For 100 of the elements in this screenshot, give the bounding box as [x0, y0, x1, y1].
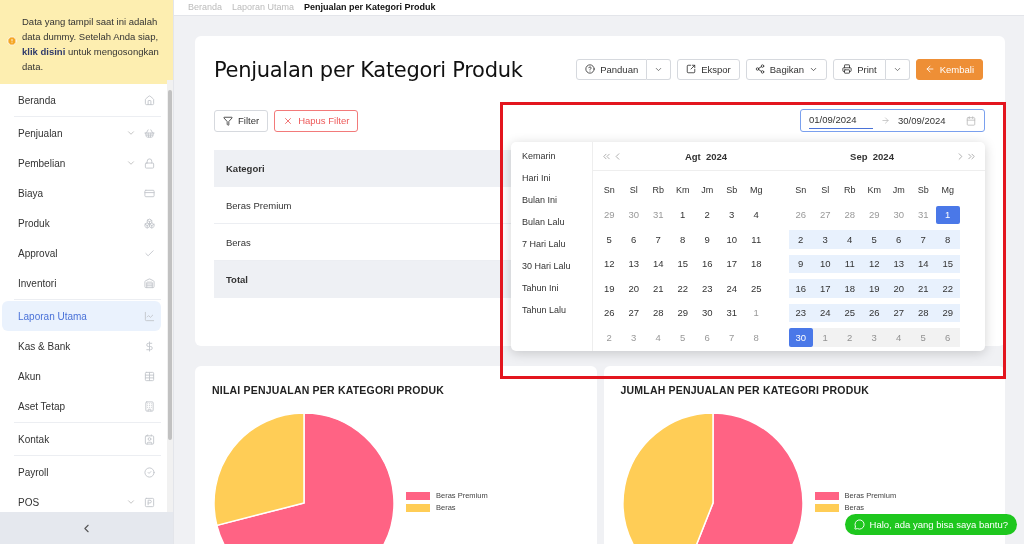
- calendar-day[interactable]: 25: [744, 279, 769, 298]
- calendar-day[interactable]: 25: [837, 303, 862, 322]
- calendar-day[interactable]: 2: [695, 205, 720, 224]
- sidebar-item[interactable]: Aset Tetap: [2, 391, 161, 421]
- calendar-day[interactable]: 14: [646, 254, 671, 273]
- preset-option[interactable]: Kemarin: [522, 145, 592, 167]
- sidebar-item[interactable]: Beranda: [2, 85, 161, 115]
- calendar-day[interactable]: 24: [813, 303, 838, 322]
- calendar-day[interactable]: 17: [813, 279, 838, 298]
- toolbar-icon: [585, 64, 596, 74]
- calendar-day[interactable]: 8: [935, 230, 960, 249]
- page-title: Penjualan per Kategori Produk: [214, 58, 523, 82]
- calendar-day[interactable]: 5: [862, 230, 887, 249]
- calendar-day[interactable]: 13: [621, 254, 646, 273]
- preset-option[interactable]: 7 Hari Lalu: [522, 233, 592, 255]
- calendar-day[interactable]: 19: [597, 279, 622, 298]
- calendar-day[interactable]: 16: [695, 254, 720, 273]
- sidebar-item[interactable]: Approval: [2, 238, 161, 268]
- calendar-day[interactable]: 14: [911, 254, 936, 273]
- calendar-day[interactable]: 18: [837, 279, 862, 298]
- sidebar-item[interactable]: Pembelian: [2, 148, 161, 178]
- calendar-day[interactable]: 29: [670, 303, 695, 322]
- preset-option[interactable]: Bulan Lalu: [522, 211, 592, 233]
- toolbar-button[interactable]: Print: [833, 58, 886, 80]
- calendar-day[interactable]: 10: [719, 230, 744, 249]
- toolbar-icon: [754, 64, 765, 74]
- date-range-field[interactable]: 01/09/2024 30/09/2024: [800, 109, 985, 132]
- calendar-day[interactable]: 1: [935, 205, 960, 224]
- calendar-day[interactable]: 17: [719, 254, 744, 273]
- calendar-day[interactable]: 1: [670, 205, 695, 224]
- calendar-day[interactable]: 27: [621, 303, 646, 322]
- toolbar-button[interactable]: Ekspor: [677, 58, 740, 80]
- calendar-day[interactable]: 30: [788, 328, 813, 347]
- preset-option[interactable]: Bulan Ini: [522, 189, 592, 211]
- sidebar-item[interactable]: Laporan Utama: [2, 301, 161, 331]
- calendar-day[interactable]: 9: [788, 254, 813, 273]
- calendar-day[interactable]: 15: [670, 254, 695, 273]
- calendar-day[interactable]: 3: [813, 230, 838, 249]
- sidebar-item[interactable]: Penjualan: [2, 118, 161, 148]
- calendar-day[interactable]: 6: [621, 230, 646, 249]
- calendar-day[interactable]: 30: [695, 303, 720, 322]
- preset-option[interactable]: Tahun Lalu: [522, 299, 592, 321]
- calendar-day[interactable]: 27: [886, 303, 911, 322]
- calendar-day[interactable]: 11: [744, 230, 769, 249]
- sidebar-item[interactable]: Biaya: [2, 178, 161, 208]
- calendar-day[interactable]: 5: [597, 230, 622, 249]
- dropdown-button[interactable]: [647, 58, 672, 80]
- toolbar-button[interactable]: Panduan: [576, 58, 648, 80]
- calendar-day[interactable]: 18: [744, 254, 769, 273]
- calendar-day[interactable]: 28: [911, 303, 936, 322]
- calendar-day[interactable]: 7: [646, 230, 671, 249]
- sidebar-item[interactable]: POS: [2, 487, 161, 512]
- sidebar-item[interactable]: Inventori: [2, 268, 161, 298]
- sidebar-item[interactable]: Payroll: [2, 457, 161, 487]
- calendar-day[interactable]: 3: [719, 205, 744, 224]
- calendar-day[interactable]: 11: [837, 254, 862, 273]
- calendar-day[interactable]: 13: [886, 254, 911, 273]
- breadcrumb-link[interactable]: Penjualan per Kategori Produk: [304, 2, 436, 12]
- calendar-day[interactable]: 24: [719, 279, 744, 298]
- toolbar-button[interactable]: Bagikan: [745, 58, 828, 80]
- calendar-day[interactable]: 8: [670, 230, 695, 249]
- calendar-day[interactable]: 7: [911, 230, 936, 249]
- filter-button[interactable]: Hapus Filter: [274, 109, 359, 132]
- calendar-day[interactable]: 26: [862, 303, 887, 322]
- calendar-day[interactable]: 2: [788, 230, 813, 249]
- preset-option[interactable]: 30 Hari Lalu: [522, 255, 592, 277]
- calendar-day[interactable]: 29: [935, 303, 960, 322]
- sidebar-item[interactable]: Produk: [2, 208, 161, 238]
- sidebar-item[interactable]: Akun: [2, 361, 161, 391]
- toolbar-icon: [842, 64, 853, 74]
- calendar-day[interactable]: 23: [695, 279, 720, 298]
- calendar-day[interactable]: 21: [646, 279, 671, 298]
- calendar-day[interactable]: 9: [695, 230, 720, 249]
- calendar-day[interactable]: 12: [597, 254, 622, 273]
- sidebar-item[interactable]: Kas & Bank: [2, 331, 161, 361]
- calendar-day[interactable]: 23: [788, 303, 813, 322]
- calendar-day[interactable]: 4: [837, 230, 862, 249]
- calendar-day[interactable]: 22: [670, 279, 695, 298]
- calendar-day[interactable]: 12: [862, 254, 887, 273]
- collapse-button[interactable]: [0, 512, 173, 544]
- filter-button[interactable]: Filter: [214, 109, 269, 132]
- calendar-day[interactable]: 6: [886, 230, 911, 249]
- calendar-day[interactable]: 28: [646, 303, 671, 322]
- calendar-day[interactable]: 22: [935, 279, 960, 298]
- calendar-day[interactable]: 26: [597, 303, 622, 322]
- calendar-day[interactable]: 31: [719, 303, 744, 322]
- menu-icon: [144, 370, 155, 382]
- calendar-day[interactable]: 15: [935, 254, 960, 273]
- sidebar-item[interactable]: Kontak: [2, 424, 161, 454]
- calendar-day[interactable]: 16: [788, 279, 813, 298]
- calendar-day[interactable]: 4: [744, 205, 769, 224]
- dropdown-button[interactable]: [885, 58, 910, 80]
- calendar-day[interactable]: 19: [862, 279, 887, 298]
- calendar-day[interactable]: 20: [886, 279, 911, 298]
- calendar-day[interactable]: 10: [813, 254, 838, 273]
- calendar-day[interactable]: 20: [621, 279, 646, 298]
- calendar-day[interactable]: 21: [911, 279, 936, 298]
- preset-option[interactable]: Hari Ini: [522, 167, 592, 189]
- preset-option[interactable]: Tahun Ini: [522, 277, 592, 299]
- scrollbar[interactable]: [167, 80, 173, 512]
